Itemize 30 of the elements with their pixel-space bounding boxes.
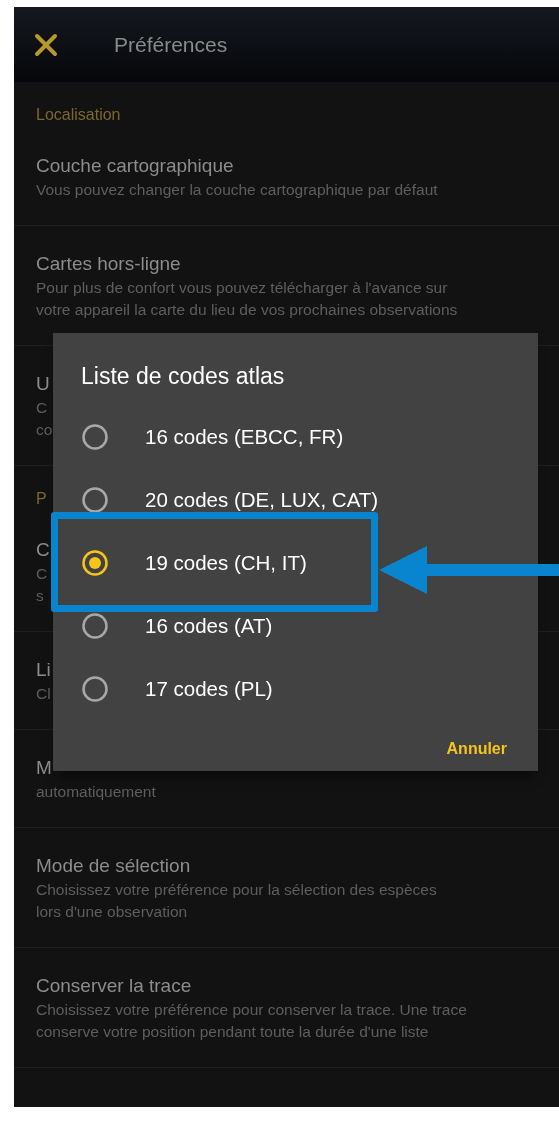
setting-description: Pour plus de confort vous pouvez télécharger à l'avance sur votre appareil la carte du lieu de vos prochaines observations [36, 278, 458, 320]
setting-title: U [36, 372, 50, 396]
radio-option[interactable]: 20 codes (DE, LUX, CAT) [81, 484, 379, 516]
setting-description: automatiquement [36, 782, 156, 802]
setting-description: C co [36, 398, 53, 440]
settings-item[interactable]: Mode de sélection Choisissez votre préférence pour la sélection des espèces lors d'une observation [14, 828, 559, 948]
settings-item[interactable]: Couche cartographique Vous pouvez changer la couche cartographique par défaut [14, 128, 559, 226]
setting-title: Cartes hors-ligne [36, 252, 181, 276]
setting-description: Choisissez votre préférence pour conserver la trace. Une trace conserve votre position pendant toute la durée d'une liste [36, 1000, 467, 1042]
dialog-title: Liste de codes atlas [81, 362, 286, 391]
setting-title: Conserver la trace [36, 974, 192, 998]
settings-item[interactable]: Conserver la trace Choisissez votre préférence pour conserver la trace. Une trace conserve votre position pendant toute la durée d'une liste [14, 948, 559, 1068]
radio-option[interactable]: 16 codes (EBCC, FR) [81, 421, 344, 453]
radio-option[interactable]: 16 codes (AT) [81, 610, 273, 642]
setting-description: C s [36, 564, 48, 606]
radio-option[interactable]: 19 codes (CH, IT) [81, 547, 307, 579]
setting-description: Cl [36, 684, 51, 704]
setting-title: Couche cartographique [36, 154, 234, 178]
setting-title: Mode de sélection [36, 854, 191, 878]
close-icon[interactable] [34, 32, 58, 57]
cancel-button[interactable]: Annuler [446, 729, 507, 769]
setting-title: Li [36, 658, 51, 682]
category-header: Localisation [36, 105, 121, 125]
radio-option[interactable]: 17 codes (PL) [81, 673, 273, 705]
setting-description: Choisissez votre préférence pour la sélection des espèces lors d'une observation [36, 880, 437, 922]
setting-title: M [36, 756, 52, 780]
setting-description: Vous pouvez changer la couche cartographique par défaut [36, 180, 438, 200]
setting-title: C [36, 538, 50, 562]
category-header: P [36, 489, 47, 509]
screen-title: Préférences [114, 31, 228, 58]
